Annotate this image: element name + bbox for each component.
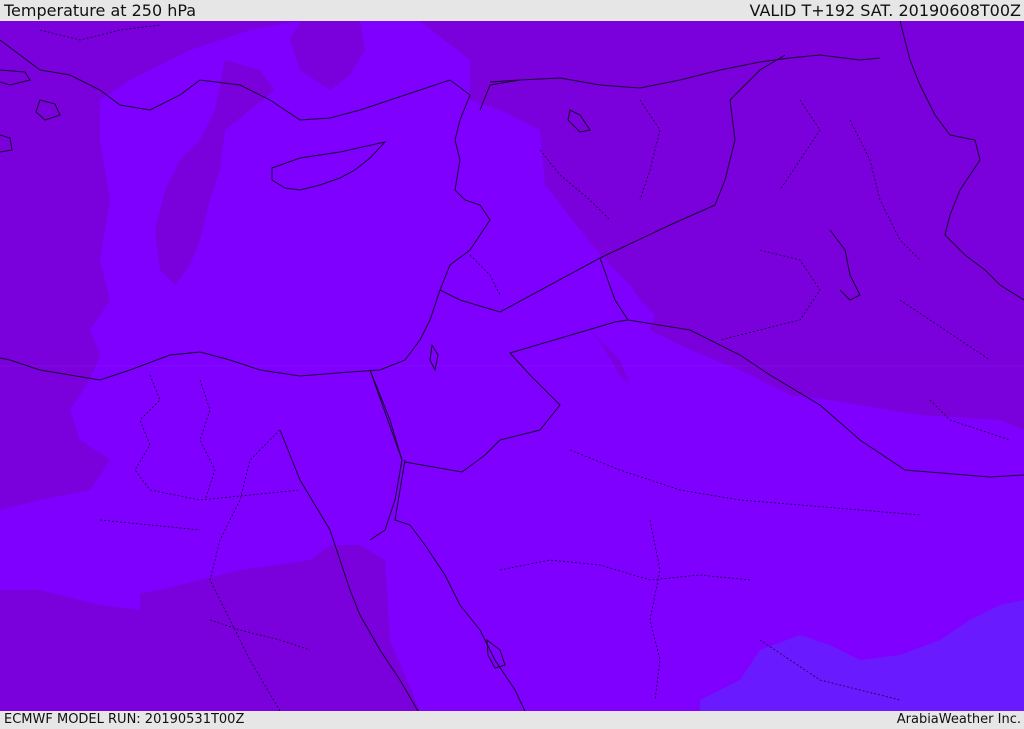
model-run-label: ECMWF MODEL RUN: 20190531T00Z: [4, 712, 245, 727]
weather-map[interactable]: [0, 21, 1024, 711]
credit-label: ArabiaWeather Inc.: [896, 712, 1021, 727]
footer-bar: ECMWF MODEL RUN: 20190531T00Z ArabiaWeat…: [0, 711, 1024, 729]
valid-time: VALID T+192 SAT. 20190608T00Z: [749, 1, 1021, 20]
header-bar: Temperature at 250 hPa VALID T+192 SAT. …: [0, 0, 1024, 21]
map-canvas: [0, 21, 1024, 711]
map-title: Temperature at 250 hPa: [4, 1, 197, 20]
